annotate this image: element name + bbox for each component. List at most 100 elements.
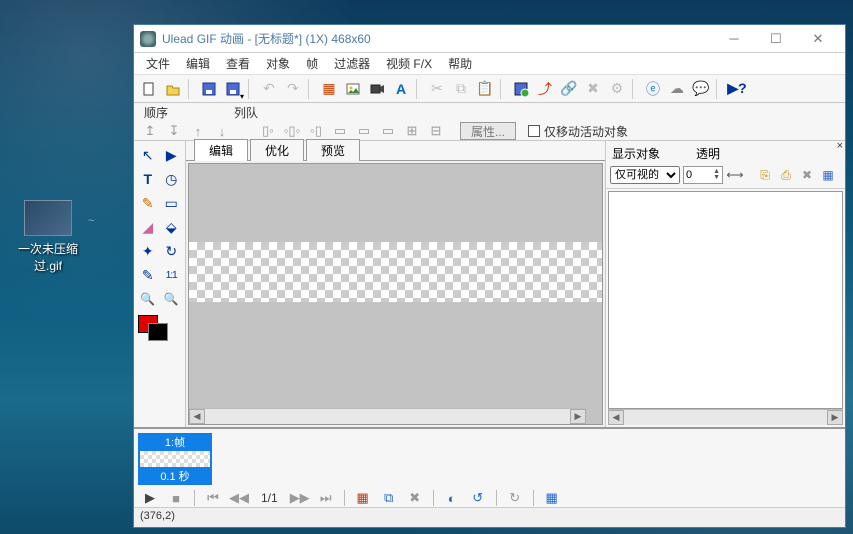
menu-view[interactable]: 查看 (218, 53, 258, 74)
add-video-button[interactable] (366, 78, 388, 100)
objects-scrollbar[interactable]: ◀ ▶ (608, 409, 843, 425)
clock-tool[interactable]: ◷ (162, 169, 182, 189)
save-button[interactable] (198, 78, 220, 100)
preview-save-button[interactable] (510, 78, 532, 100)
align-center-button[interactable]: ◦▯◦ (282, 122, 302, 140)
align-middle-button[interactable]: ▭ (354, 122, 374, 140)
add-frame-button[interactable]: ▦ (353, 489, 373, 507)
tool-x-button[interactable]: ✖ (582, 78, 604, 100)
menu-edit[interactable]: 编辑 (178, 53, 218, 74)
desktop-file-icon[interactable]: 一次未压缩过.gif (12, 200, 84, 274)
scroll-left-icon[interactable]: ◀ (608, 410, 624, 425)
chat-button[interactable]: 💬 (690, 78, 712, 100)
order-up-button[interactable]: ↑ (188, 122, 208, 140)
shape-tool[interactable]: ▶ (162, 145, 182, 165)
panel-props-icon[interactable]: ▦ (819, 166, 837, 184)
first-frame-button[interactable]: ⏮ (203, 489, 223, 507)
scroll-left-icon[interactable]: ◀ (189, 409, 205, 424)
tab-preview[interactable]: 预览 (306, 139, 360, 161)
new-button[interactable] (138, 78, 160, 100)
slider-icon[interactable]: ⟷ (726, 166, 744, 184)
browser-button[interactable]: ⓔ (642, 78, 664, 100)
distribute-h-button[interactable]: ⊞ (402, 122, 422, 140)
menu-frame[interactable]: 帧 (298, 53, 326, 74)
align-left-button[interactable]: ▯◦ (258, 122, 278, 140)
transparency-label: 透明 (696, 145, 720, 162)
wizard-button[interactable]: ▦ (318, 78, 340, 100)
export-button[interactable]: ⤴ (534, 78, 556, 100)
rotate-tool[interactable]: ↻ (162, 241, 182, 261)
panel-close-icon[interactable]: × (837, 140, 843, 152)
fill-tool[interactable]: ⬙ (162, 217, 182, 237)
properties-button[interactable]: 属性... (460, 122, 516, 140)
pointer-tool[interactable]: ↖ (138, 145, 158, 165)
frame-props-button[interactable]: ▦ (542, 489, 562, 507)
duplicate-frame-button[interactable]: ⧉ (379, 489, 399, 507)
background-swatch[interactable] (148, 323, 168, 341)
settings-button[interactable]: ⚙ (606, 78, 628, 100)
color-swatches[interactable] (138, 315, 181, 343)
order-down-button[interactable]: ↓ (212, 122, 232, 140)
panel-copy-icon[interactable]: ⎘ (756, 166, 774, 184)
actual-size-tool[interactable]: 1:1 (162, 265, 182, 285)
menu-filter[interactable]: 过滤器 (326, 53, 378, 74)
tab-edit[interactable]: 编辑 (194, 139, 248, 161)
add-text-button[interactable]: A (390, 78, 412, 100)
stop-button[interactable]: ■ (166, 489, 186, 507)
delete-frame-button[interactable]: ✖ (405, 489, 425, 507)
next-frame-button[interactable]: ▶▶ (290, 489, 310, 507)
objects-list[interactable] (608, 191, 843, 409)
eraser-tool[interactable]: ◢ (138, 217, 158, 237)
text-tool[interactable]: T (138, 169, 158, 189)
web-button[interactable]: ☁ (666, 78, 688, 100)
canvas-area[interactable]: ◀ ▶ (188, 163, 603, 425)
menu-object[interactable]: 对象 (258, 53, 298, 74)
wand-tool[interactable]: ✦ (138, 241, 158, 261)
menu-file[interactable]: 文件 (138, 53, 178, 74)
add-image-button[interactable] (342, 78, 364, 100)
scroll-right-icon[interactable]: ▶ (570, 409, 586, 424)
zoom-out-tool[interactable]: 🔍 (162, 289, 182, 309)
menu-video[interactable]: 视频 F/X (378, 53, 440, 74)
frame-thumbnail[interactable]: 1:帧 0.1 秒 (138, 433, 212, 485)
move-active-checkbox[interactable]: 仅移动活动对象 (528, 123, 628, 140)
align-top-button[interactable]: ▭ (330, 122, 350, 140)
distribute-v-button[interactable]: ⊟ (426, 122, 446, 140)
canvas-scrollbar[interactable]: ◀ ▶ (189, 408, 586, 424)
redo-button[interactable]: ↷ (282, 78, 304, 100)
visibility-dropdown[interactable]: 仅可视的 (610, 166, 680, 184)
tween-button[interactable]: ◐ (442, 489, 462, 507)
cut-button[interactable]: ✂ (426, 78, 448, 100)
link-button[interactable]: 🔗 (558, 78, 580, 100)
titlebar[interactable]: Ulead GIF 动画 - [无标题*] (1X) 468x60 ─ ☐ ✕ (134, 25, 845, 53)
tab-optimize[interactable]: 优化 (250, 139, 304, 161)
copy-button[interactable]: ⧉ (450, 78, 472, 100)
align-right-button[interactable]: ◦▯ (306, 122, 326, 140)
align-bottom-button[interactable]: ▭ (378, 122, 398, 140)
open-button[interactable] (162, 78, 184, 100)
loop-button[interactable]: ↻ (505, 489, 525, 507)
play-button[interactable]: ▶ (140, 489, 160, 507)
undo-button[interactable]: ↶ (258, 78, 280, 100)
menu-help[interactable]: 帮助 (440, 53, 480, 74)
dropper-tool[interactable]: ✎ (138, 265, 158, 285)
help-button[interactable]: ▶? (726, 78, 748, 100)
scroll-right-icon[interactable]: ▶ (827, 410, 843, 425)
reverse-button[interactable]: ↺ (468, 489, 488, 507)
rect-tool[interactable]: ▭ (162, 193, 182, 213)
minimize-button[interactable]: ─ (713, 26, 755, 52)
canvas[interactable] (189, 242, 602, 302)
order-bottom-button[interactable]: ↧ (164, 122, 184, 140)
save-all-button[interactable]: ▾ (222, 78, 244, 100)
zoom-in-tool[interactable]: 🔍 (138, 289, 158, 309)
paste-button[interactable]: 📋 (474, 78, 496, 100)
order-top-button[interactable]: ↥ (140, 122, 160, 140)
transparency-spinner[interactable]: 0▲▼ (683, 166, 723, 184)
panel-paste-icon[interactable]: ⎙ (777, 166, 795, 184)
brush-tool[interactable]: ✎ (138, 193, 158, 213)
maximize-button[interactable]: ☐ (755, 26, 797, 52)
prev-frame-button[interactable]: ◀◀ (229, 489, 249, 507)
close-button[interactable]: ✕ (797, 26, 839, 52)
last-frame-button[interactable]: ⏭ (316, 489, 336, 507)
panel-delete-icon[interactable]: ✖ (798, 166, 816, 184)
